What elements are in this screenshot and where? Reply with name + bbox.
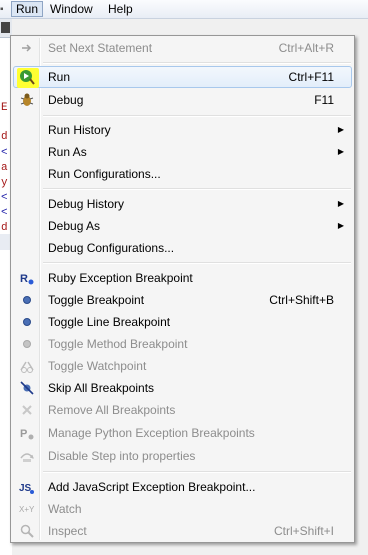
menu-item-label: Watch — [48, 502, 82, 516]
menu-item-run-configurations[interactable]: Run Configurations... — [13, 163, 352, 185]
menu-separator — [43, 471, 351, 473]
menu-item-label: Debug Configurations... — [48, 241, 175, 255]
menu-item-label: Debug History — [48, 197, 125, 211]
watchpoint-glasses-icon — [19, 358, 35, 374]
menu-item-ruby-exception-breakpoint[interactable]: R Ruby Exception Breakpoint — [13, 267, 352, 289]
menu-item-toggle-watchpoint[interactable]: Toggle Watchpoint — [13, 355, 352, 377]
menu-item-label: Inspect — [48, 524, 87, 538]
menu-bar: ▪ Run Window Help — [0, 0, 368, 19]
watch-badge-text: X+Y — [19, 505, 35, 514]
menu-item-label: Disable Step into properties — [48, 449, 196, 463]
line-breakpoint-icon — [19, 314, 35, 330]
menu-item-watch[interactable]: X+Y Watch — [13, 498, 352, 520]
python-breakpoint-icon: P — [19, 425, 35, 441]
js-badge-text: JS — [19, 483, 32, 494]
run-menu: Set Next Statement Ctrl+Alt+R Run Ctrl+F… — [10, 35, 355, 543]
menu-item-run-history[interactable]: Run History ▶ — [13, 119, 352, 141]
menu-item-accelerator: F11 — [314, 93, 334, 107]
menu-item-label: Add JavaScript Exception Breakpoint... — [48, 480, 256, 494]
menu-run[interactable]: Run — [11, 1, 44, 17]
menu-item-debug-as[interactable]: Debug As ▶ — [13, 215, 352, 237]
menu-separator — [43, 115, 351, 117]
editor-line: a — [1, 162, 8, 174]
editor-line: E — [1, 102, 8, 114]
menu-item-debug-configurations[interactable]: Debug Configurations... — [13, 237, 352, 259]
menu-item-label: Remove All Breakpoints — [48, 403, 176, 417]
menu-item-remove-all-breakpoints[interactable]: Remove All Breakpoints — [13, 399, 352, 421]
menu-item-manage-python-exception-breakpoints[interactable]: P Manage Python Exception Breakpoints — [13, 422, 352, 444]
editor-line: < — [1, 192, 8, 204]
debug-bug-icon — [19, 92, 35, 108]
submenu-arrow-icon: ▶ — [337, 125, 344, 134]
step-into-properties-icon — [19, 448, 35, 464]
menubar-fragment-icon: ▪ — [0, 4, 4, 15]
method-breakpoint-icon — [19, 336, 35, 352]
magnifier-icon — [19, 523, 35, 539]
editor-line: d — [1, 131, 8, 143]
menu-item-label: Debug As — [48, 219, 101, 233]
menu-item-toggle-method-breakpoint[interactable]: Toggle Method Breakpoint — [13, 333, 352, 355]
menu-item-disable-step-into-properties[interactable]: Disable Step into properties — [13, 445, 352, 467]
submenu-arrow-icon: ▶ — [337, 199, 344, 208]
menu-item-accelerator: Ctrl+F11 — [288, 70, 334, 84]
menu-item-label: Toggle Line Breakpoint — [48, 315, 171, 329]
menu-item-run[interactable]: Run Ctrl+F11 — [13, 66, 352, 88]
javascript-breakpoint-icon: JS — [19, 479, 35, 495]
menu-item-label: Manage Python Exception Breakpoints — [48, 426, 255, 440]
menu-item-run-as[interactable]: Run As ▶ — [13, 141, 352, 163]
menu-item-toggle-breakpoint[interactable]: Toggle Breakpoint Ctrl+Shift+B — [13, 289, 352, 311]
menu-item-inspect[interactable]: Inspect Ctrl+Shift+I — [13, 520, 352, 542]
menu-item-label: Run History — [48, 123, 111, 137]
menu-item-label: Run — [48, 70, 71, 84]
ruby-badge-text: R — [20, 273, 28, 285]
menu-item-add-js-exception-breakpoint[interactable]: JS Add JavaScript Exception Breakpoint..… — [13, 476, 352, 498]
menu-item-label: Debug — [48, 93, 84, 107]
menu-item-label: Toggle Method Breakpoint — [48, 337, 188, 351]
menu-separator — [43, 62, 351, 64]
menu-item-label: Run As — [48, 145, 87, 159]
menu-item-accelerator: Ctrl+Shift+B — [269, 293, 334, 307]
menu-help[interactable]: Help — [104, 1, 137, 17]
menu-item-set-next-statement[interactable]: Set Next Statement Ctrl+Alt+R — [13, 37, 352, 59]
remove-breakpoints-icon — [19, 402, 35, 418]
menu-window[interactable]: Window — [46, 1, 97, 17]
python-badge-text: P — [20, 428, 27, 440]
menu-item-label: Toggle Breakpoint — [48, 293, 145, 307]
menu-item-skip-all-breakpoints[interactable]: Skip All Breakpoints — [13, 377, 352, 399]
menu-item-accelerator: Ctrl+Alt+R — [278, 41, 334, 55]
submenu-arrow-icon: ▶ — [337, 221, 344, 230]
menu-item-label: Skip All Breakpoints — [48, 381, 155, 395]
arrow-right-icon — [19, 40, 35, 56]
menu-item-label: Ruby Exception Breakpoint — [48, 271, 193, 285]
watch-expression-icon: X+Y — [19, 501, 35, 517]
ruby-breakpoint-icon: R — [19, 270, 35, 286]
menu-item-debug[interactable]: Debug F11 — [13, 89, 352, 111]
menu-item-label: Toggle Watchpoint — [48, 359, 147, 373]
menu-item-label: Run Configurations... — [48, 167, 161, 181]
menu-item-label: Set Next Statement — [48, 41, 153, 55]
breakpoint-dot-icon — [19, 292, 35, 308]
skip-breakpoints-icon — [19, 380, 35, 396]
run-icon — [19, 69, 35, 85]
menu-item-toggle-line-breakpoint[interactable]: Toggle Line Breakpoint — [13, 311, 352, 333]
menu-separator — [43, 188, 351, 190]
editor-line: < — [1, 147, 8, 159]
editor-line: y — [1, 177, 8, 189]
editor-line: d — [1, 222, 8, 234]
menu-separator — [43, 262, 351, 264]
editor-line: < — [1, 207, 8, 219]
toolbar-icon[interactable] — [1, 22, 10, 33]
menu-item-accelerator: Ctrl+Shift+I — [273, 524, 334, 538]
submenu-arrow-icon: ▶ — [337, 147, 344, 156]
menu-item-debug-history[interactable]: Debug History ▶ — [13, 193, 352, 215]
